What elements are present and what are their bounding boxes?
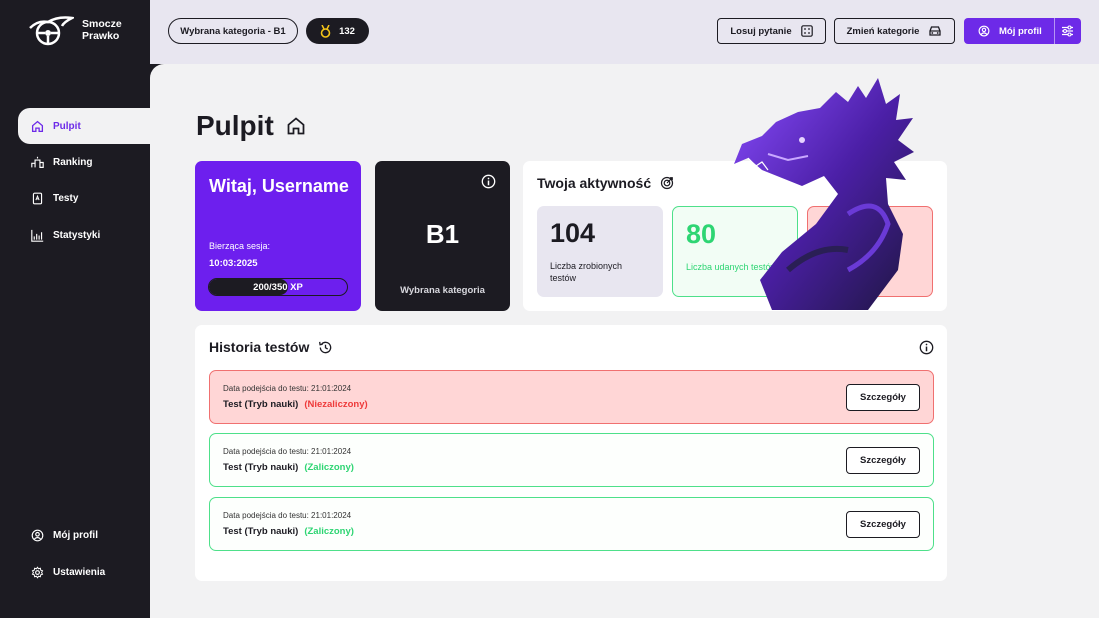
sidebar-item-ranking[interactable]: Ranking <box>18 144 150 180</box>
sidebar-item-pulpit[interactable]: Pulpit <box>18 108 150 144</box>
top-bar: Wybrana kategoria - B1 132 Losuj pytanie… <box>150 0 1099 64</box>
stat-caption: Liczba zrobionych testów <box>550 261 623 283</box>
test-title: Test (Tryb nauki) (Zaliczony) <box>223 526 354 537</box>
category-value: B1 <box>425 219 460 249</box>
history-icon <box>319 341 332 353</box>
medal-counter[interactable]: 132 <box>306 18 369 44</box>
session-value: 10:03:2025 <box>209 258 258 269</box>
xp-text: 200/350 XP <box>253 281 303 293</box>
podium-icon <box>31 156 44 168</box>
activity-title: Twoja aktywność <box>537 175 674 191</box>
my-profile-label: Mój profil <box>999 25 1042 37</box>
history-title: Historia testów <box>209 339 333 355</box>
main-content: Pulpit Witaj, Username Bierząca sesja: 1… <box>150 64 1099 618</box>
user-icon <box>31 529 44 541</box>
change-category-button[interactable]: Zmień kategorie <box>834 18 955 44</box>
info-icon[interactable] <box>481 174 496 189</box>
app-name-line2: Prawko <box>82 30 120 42</box>
xp-progress-bar: 200/350 XP <box>208 278 348 296</box>
sidebar-item-statystyki[interactable]: Statystyki <box>18 217 150 253</box>
selected-category-pill[interactable]: Wybrana kategoria - B1 <box>168 18 298 44</box>
greeting: Witaj, Username <box>209 176 349 196</box>
app-logo[interactable]: Smocze Prawko <box>28 14 122 46</box>
sidebar-item-moj-profil[interactable]: Mój profil <box>18 517 150 553</box>
test-title: Test (Tryb nauki) (Niezaliczony) <box>223 399 368 410</box>
welcome-card: Witaj, Username Bierząca sesja: 10:03:20… <box>195 161 361 311</box>
stat-value: 104 <box>550 218 596 248</box>
details-button[interactable]: Szczegóły <box>846 511 920 538</box>
sidebar-item-label: Ranking <box>53 156 93 168</box>
sidebar-item-label: Mój profil <box>53 529 98 541</box>
category-label: Wybrana kategoria <box>400 285 485 296</box>
test-name: Test (Tryb nauki) <box>223 462 299 473</box>
history-row: Data podejścia do testu: 21:01:2024 Test… <box>209 497 934 551</box>
chart-icon <box>31 229 44 242</box>
gear-icon <box>31 565 44 579</box>
button-divider <box>1054 18 1055 44</box>
my-profile-button[interactable]: Mój profil <box>964 18 1081 44</box>
test-status: (Zaliczony) <box>304 526 354 537</box>
test-status: (Zaliczony) <box>304 462 354 473</box>
test-date: Data podejścia do testu: 21:01:2024 <box>223 384 352 393</box>
activity-title-text: Twoja aktywność <box>537 175 652 191</box>
page-title-text: Pulpit <box>196 110 274 141</box>
sidebar-item-label: Pulpit <box>53 120 81 132</box>
dice-icon <box>800 25 813 37</box>
history-row: Data podejścia do testu: 21:01:2024 Test… <box>209 370 934 424</box>
sidebar-item-ustawienia[interactable]: Ustawienia <box>18 554 150 590</box>
sliders-icon[interactable] <box>1061 25 1074 37</box>
test-name: Test (Tryb nauki) <box>223 399 299 410</box>
stat-value: 80 <box>686 219 717 249</box>
sidebar-item-label: Testy <box>53 192 79 204</box>
home-icon <box>31 120 44 132</box>
sidebar-item-label: Ustawienia <box>53 566 106 578</box>
medal-icon <box>320 24 331 38</box>
dragon-logo-icon <box>29 16 74 46</box>
history-title-text: Historia testów <box>209 339 310 355</box>
test-status: (Niezaliczony) <box>304 399 368 410</box>
details-button[interactable]: Szczegóły <box>846 384 920 411</box>
category-card: B1 Wybrana kategoria <box>375 161 510 311</box>
history-row: Data podejścia do testu: 21:01:2024 Test… <box>209 433 934 487</box>
test-history-card: Historia testów Data podejścia do testu:… <box>195 325 947 581</box>
info-icon[interactable] <box>919 340 934 355</box>
details-button[interactable]: Szczegóły <box>846 447 920 474</box>
app-name-line1: Smocze <box>82 18 122 30</box>
test-name: Test (Tryb nauki) <box>223 526 299 537</box>
sidebar-item-testy[interactable]: Testy <box>18 180 150 216</box>
dragon-illustration <box>734 78 914 310</box>
medal-count: 132 <box>339 25 355 37</box>
random-question-button[interactable]: Losuj pytanie <box>717 18 826 44</box>
test-date: Data podejścia do testu: 21:01:2024 <box>223 511 352 520</box>
test-title: Test (Tryb nauki) (Zaliczony) <box>223 462 354 473</box>
car-icon <box>929 26 942 36</box>
sidebar-item-label: Statystyki <box>53 229 101 241</box>
user-icon <box>978 25 990 37</box>
session-label: Bierząca sesja: <box>209 241 271 251</box>
random-question-label: Losuj pytanie <box>730 25 792 37</box>
stat-tests-done: 104 Liczba zrobionych testów <box>537 206 663 297</box>
page-title: Pulpit <box>196 110 306 142</box>
home-icon <box>287 117 305 135</box>
test-date: Data podejścia do testu: 21:01:2024 <box>223 447 352 456</box>
change-category-label: Zmień kategorie <box>846 25 920 37</box>
test-icon <box>32 192 43 204</box>
sidebar: Smocze Prawko Pulpit Ranking Testy Staty… <box>0 0 150 618</box>
target-icon <box>660 176 674 190</box>
